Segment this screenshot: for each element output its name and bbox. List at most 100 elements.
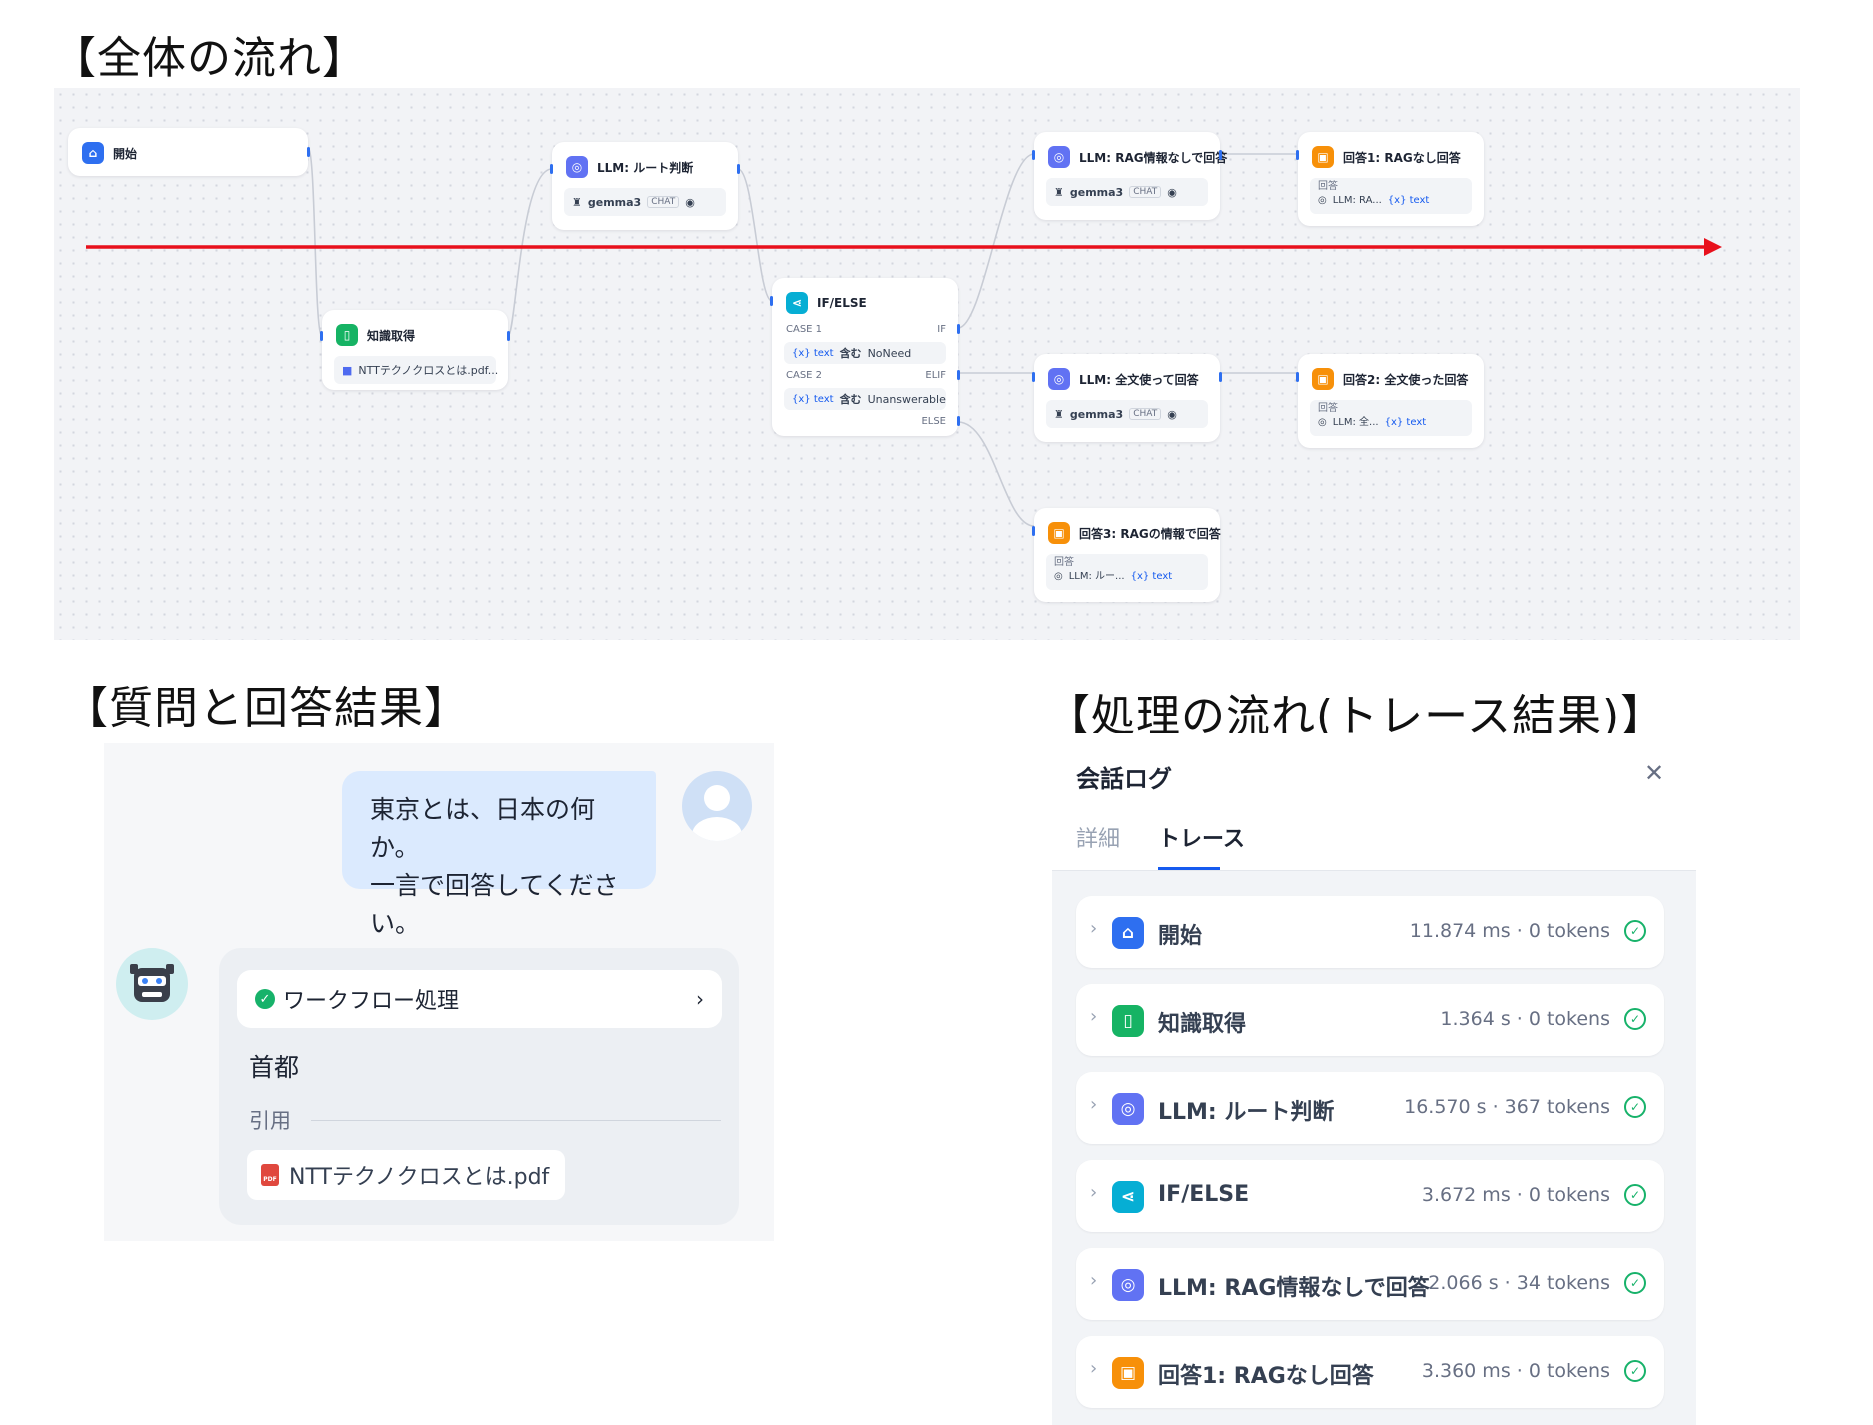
tab-detail[interactable]: 詳細 (1076, 821, 1120, 853)
node-knowledge-out-port[interactable] (507, 331, 510, 341)
answer3-label: 回答 (1054, 557, 1074, 568)
branch-icon: ⋖ (786, 292, 808, 314)
node-knowledge[interactable]: ▯ 知識取得 ■ NTTテクノクロスとは.pdf... (320, 310, 510, 390)
llm-full-tag: CHAT (1129, 408, 1162, 420)
workflow-canvas[interactable]: ⌂ 開始 ▯ 知識取得 ■ NTTテクノクロスとは.pdf... ◎ LLM: … (54, 88, 1800, 640)
workflow-process-pill[interactable]: ✓ ワークフロー処理 › (237, 970, 722, 1028)
node-answer2[interactable]: ▣ 回答2: 全文使った回答 回答 ◎ LLM: 全... {x} text (1296, 354, 1484, 448)
node-answer2-in-port[interactable] (1296, 372, 1299, 382)
user-avatar (682, 771, 752, 841)
llm-norag-model: gemma3 (1069, 185, 1124, 199)
llm-route-model: gemma3 (587, 195, 642, 209)
llm-icon: ◎ (1318, 195, 1327, 206)
answer-icon: ▣ (1312, 368, 1334, 390)
citation-label: 引用 (249, 1109, 291, 1133)
trace-row-start[interactable]: › ⌂ 開始 11.874 ms · 0 tokens ✓ (1076, 896, 1664, 968)
node-answer1-title: 回答1: RAGなし回答 (1343, 150, 1461, 165)
knowledge-file: NTTテクノクロスとは.pdf... (358, 364, 499, 377)
node-start-port[interactable] (307, 147, 310, 157)
trace-row-knowledge[interactable]: › ▯ 知識取得 1.364 s · 0 tokens ✓ (1076, 984, 1664, 1056)
node-llm-full[interactable]: ◎ LLM: 全文使って回答 ♜ gemma3 CHAT ◉ (1032, 354, 1222, 442)
answer3-src: LLM: ルー... (1068, 571, 1125, 582)
node-llm-full-in-port[interactable] (1032, 372, 1035, 382)
cond1-val: NoNeed (867, 346, 912, 360)
chevron-right-icon: › (1090, 1094, 1098, 1115)
answer1-label: 回答 (1318, 181, 1338, 192)
chevron-right-icon: › (1090, 1358, 1098, 1379)
eye-icon: ◉ (685, 195, 695, 209)
book-icon: ▯ (1112, 1005, 1144, 1037)
if-label: IF (937, 324, 946, 335)
node-llm-route-title: LLM: ルート判断 (597, 160, 694, 175)
answer-text: 首都 (249, 1053, 300, 1082)
llm-icon: ◎ (1318, 417, 1327, 428)
model-icon: ♜ (572, 195, 582, 209)
node-llm-route-in-port[interactable] (550, 164, 553, 174)
cond2-val: Unanswerable (867, 392, 946, 406)
llm-full-model: gemma3 (1069, 407, 1124, 421)
trace-row-llm-route[interactable]: › ◎ LLM: ルート判断 16.570 s · 367 tokens ✓ (1076, 1072, 1664, 1144)
chat-panel: 東京とは、日本の何か。 一言で回答してください。 ✓ ワークフロー処理 › 首都… (104, 743, 774, 1241)
citation-file-name: NTTテクノクロスとは.pdf (289, 1165, 550, 1190)
node-answer1[interactable]: ▣ 回答1: RAGなし回答 回答 ◎ LLM: RA... {x} text (1296, 132, 1484, 226)
node-knowledge-title: 知識取得 (367, 328, 416, 343)
trace-row-llm-norag[interactable]: › ◎ LLM: RAG情報なしで回答 2.066 s · 34 tokens … (1076, 1248, 1664, 1320)
else-label: ELSE (921, 416, 946, 427)
node-ifelse-elif-port[interactable] (957, 370, 960, 380)
citation-divider (311, 1120, 721, 1121)
case2-label: CASE 2 (786, 370, 823, 381)
node-llm-route-out-port[interactable] (737, 164, 740, 174)
node-answer1-in-port[interactable] (1296, 150, 1299, 160)
branch-icon: ⋖ (1112, 1181, 1144, 1213)
trace-row-ifelse[interactable]: › ⋖ IF/ELSE 3.672 ms · 0 tokens ✓ (1076, 1160, 1664, 1232)
success-check-icon: ✓ (1624, 1184, 1646, 1206)
trace-row-name: IF/ELSE (1158, 1182, 1250, 1207)
cond1-var: {x} text (792, 347, 834, 359)
node-llm-route[interactable]: ◎ LLM: ルート判断 ♜ gemma3 CHAT ◉ (550, 142, 740, 230)
chevron-right-icon: › (1090, 1270, 1098, 1291)
chevron-right-icon: › (1090, 1182, 1098, 1203)
chevron-right-icon: › (1090, 1006, 1098, 1027)
trace-row-stat: 2.066 s · 34 tokens (1428, 1272, 1610, 1294)
close-icon[interactable]: ✕ (1644, 759, 1664, 787)
tab-trace[interactable]: トレース (1158, 821, 1245, 853)
node-ifelse[interactable]: ⋖ IF/ELSE CASE 1 IF {x} text 含む NoNeed C… (770, 278, 960, 436)
node-ifelse-else-port[interactable] (957, 416, 960, 426)
answer-icon: ▣ (1112, 1357, 1144, 1389)
trace-row-answer1[interactable]: › ▣ 回答1: RAGなし回答 3.360 ms · 0 tokens ✓ (1076, 1336, 1664, 1408)
qa-result-heading: 【質問と回答結果】 (64, 683, 469, 734)
cond2-op: 含む (839, 393, 862, 406)
chevron-right-icon: › (1090, 918, 1098, 939)
overall-flow-heading: 【全体の流れ】 (52, 33, 367, 84)
model-icon: ♜ (1054, 407, 1064, 421)
answer1-src: LLM: RA... (1332, 195, 1382, 206)
node-start[interactable]: ⌂ 開始 (68, 128, 310, 176)
eye-icon: ◉ (1167, 407, 1177, 421)
node-answer3[interactable]: ▣ 回答3: RAGの情報で回答 回答 ◎ LLM: ルー... {x} tex… (1032, 508, 1221, 602)
home-icon: ⌂ (1112, 917, 1144, 949)
trace-row-name: 開始 (1158, 924, 1203, 949)
home-icon: ⌂ (82, 142, 104, 164)
node-llm-full-out-port[interactable] (1219, 372, 1222, 382)
success-check-icon: ✓ (1624, 1272, 1646, 1294)
node-ifelse-if-port[interactable] (957, 324, 960, 334)
node-answer3-title: 回答3: RAGの情報で回答 (1079, 526, 1221, 541)
llm-icon: ◎ (1112, 1093, 1144, 1125)
trace-row-name: LLM: ルート判断 (1158, 1100, 1335, 1125)
answer2-var: {x} text (1384, 417, 1427, 428)
node-llm-norag[interactable]: ◎ LLM: RAG情報なしで回答 ♜ gemma3 CHAT ◉ (1032, 132, 1227, 220)
answer2-src: LLM: 全... (1332, 417, 1379, 428)
trace-row-stat: 11.874 ms · 0 tokens (1409, 920, 1610, 942)
node-knowledge-in-port[interactable] (320, 331, 323, 341)
user-message-line2: 一言で回答してください。 (370, 871, 619, 938)
cond1-op: 含む (839, 347, 862, 360)
node-llm-norag-out-port[interactable] (1219, 150, 1222, 160)
answer1-var: {x} text (1387, 195, 1430, 206)
eye-icon: ◉ (1167, 185, 1177, 199)
node-ifelse-in-port[interactable] (770, 296, 773, 306)
citation-file-chip[interactable]: PDF NTTテクノクロスとは.pdf (247, 1150, 566, 1200)
trace-row-name: 知識取得 (1158, 1012, 1247, 1037)
node-llm-norag-in-port[interactable] (1032, 150, 1035, 160)
node-answer3-in-port[interactable] (1032, 526, 1035, 536)
llm-icon: ◎ (1112, 1269, 1144, 1301)
